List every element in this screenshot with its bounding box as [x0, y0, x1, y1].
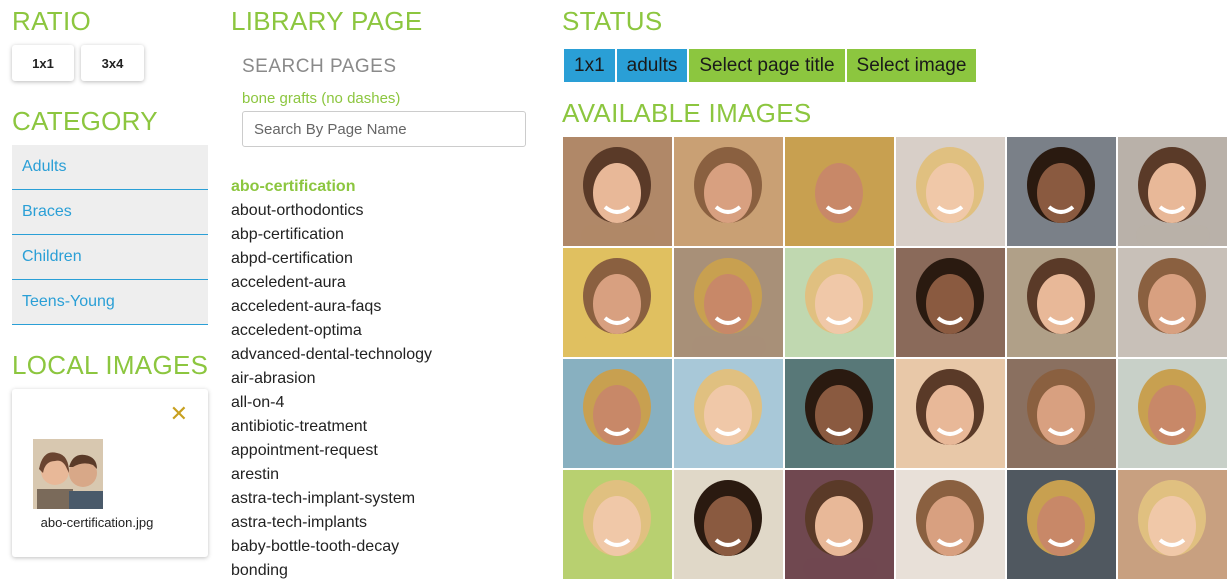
- image-tile[interactable]: [896, 359, 1005, 468]
- image-tile[interactable]: [674, 137, 783, 246]
- image-tile[interactable]: [1007, 359, 1116, 468]
- close-icon[interactable]: ✕: [170, 403, 188, 425]
- image-tile[interactable]: [674, 359, 783, 468]
- page-list-item[interactable]: acceledent-aura: [231, 274, 551, 298]
- image-tile[interactable]: [1007, 248, 1116, 357]
- page-list-item[interactable]: astra-tech-implants: [231, 514, 551, 538]
- status-category-tag: adults: [616, 49, 688, 82]
- status-tags: 1x1 adults Select page title Select imag…: [564, 49, 977, 82]
- image-tile[interactable]: [1118, 137, 1227, 246]
- page-list-item[interactable]: about-orthodontics: [231, 202, 551, 226]
- page-list-item[interactable]: baby-bottle-tooth-decay: [231, 538, 551, 562]
- image-grid: [563, 137, 1227, 579]
- page-list-item[interactable]: bonding: [231, 562, 551, 586]
- category-item-braces[interactable]: Braces: [12, 190, 208, 235]
- image-tile[interactable]: [674, 248, 783, 357]
- image-tile[interactable]: [785, 248, 894, 357]
- status-ratio-tag: 1x1: [564, 49, 615, 82]
- category-list: Adults Braces Children Teens-Young: [12, 145, 208, 325]
- image-tile[interactable]: [896, 248, 1005, 357]
- library-page-heading: LIBRARY PAGE: [231, 6, 423, 36]
- image-tile[interactable]: [785, 359, 894, 468]
- page-list-item[interactable]: abpd-certification: [231, 250, 551, 274]
- search-hint: bone grafts (no dashes): [242, 90, 401, 107]
- page-list-item[interactable]: air-abrasion: [231, 370, 551, 394]
- image-tile[interactable]: [896, 470, 1005, 579]
- page-list-item[interactable]: acceledent-optima: [231, 322, 551, 346]
- page-list-item[interactable]: abp-certification: [231, 226, 551, 250]
- search-input[interactable]: [242, 111, 526, 147]
- category-item-children[interactable]: Children: [12, 235, 208, 280]
- local-images-heading: LOCAL IMAGES: [12, 350, 209, 380]
- category-heading: CATEGORY: [12, 106, 158, 136]
- image-tile[interactable]: [1118, 470, 1227, 579]
- page-list: abo-certification about-orthodontics abp-c…: [231, 178, 551, 586]
- image-tile[interactable]: [1007, 137, 1116, 246]
- ratio-3x4-button[interactable]: 3x4: [81, 45, 144, 81]
- search-pages-label: SEARCH PAGES: [242, 56, 397, 77]
- image-tile[interactable]: [785, 137, 894, 246]
- image-tile[interactable]: [1118, 359, 1227, 468]
- local-image-filename: abo-certification.jpg: [40, 515, 154, 530]
- page-list-item[interactable]: abo-certification: [231, 178, 551, 202]
- image-tile[interactable]: [1007, 470, 1116, 579]
- page-list-item[interactable]: astra-tech-implant-system: [231, 490, 551, 514]
- ratio-1x1-button[interactable]: 1x1: [12, 45, 74, 81]
- page-list-item[interactable]: all-on-4: [231, 394, 551, 418]
- image-tile[interactable]: [563, 248, 672, 357]
- page-list-item[interactable]: acceledent-aura-faqs: [231, 298, 551, 322]
- page-list-item[interactable]: arestin: [231, 466, 551, 490]
- page-list-item[interactable]: advanced-dental-technology: [231, 346, 551, 370]
- image-tile[interactable]: [1118, 248, 1227, 357]
- category-item-adults[interactable]: Adults: [12, 145, 208, 190]
- page-list-item[interactable]: antibiotic-treatment: [231, 418, 551, 442]
- status-heading: STATUS: [562, 6, 663, 36]
- page-list-item[interactable]: appointment-request: [231, 442, 551, 466]
- status-image-tag[interactable]: Select image: [846, 49, 977, 82]
- image-tile[interactable]: [785, 470, 894, 579]
- image-tile[interactable]: [563, 137, 672, 246]
- available-images-heading: AVAILABLE IMAGES: [562, 98, 812, 128]
- local-image-thumbnail[interactable]: [33, 439, 103, 509]
- image-tile[interactable]: [674, 470, 783, 579]
- ratio-heading: RATIO: [12, 6, 92, 36]
- status-page-title-tag[interactable]: Select page title: [689, 49, 845, 82]
- image-tile[interactable]: [896, 137, 1005, 246]
- local-image-card: ✕ abo-certification.jpg: [12, 389, 208, 557]
- category-item-teens-young[interactable]: Teens-Young: [12, 280, 208, 325]
- image-tile[interactable]: [563, 359, 672, 468]
- image-tile[interactable]: [563, 470, 672, 579]
